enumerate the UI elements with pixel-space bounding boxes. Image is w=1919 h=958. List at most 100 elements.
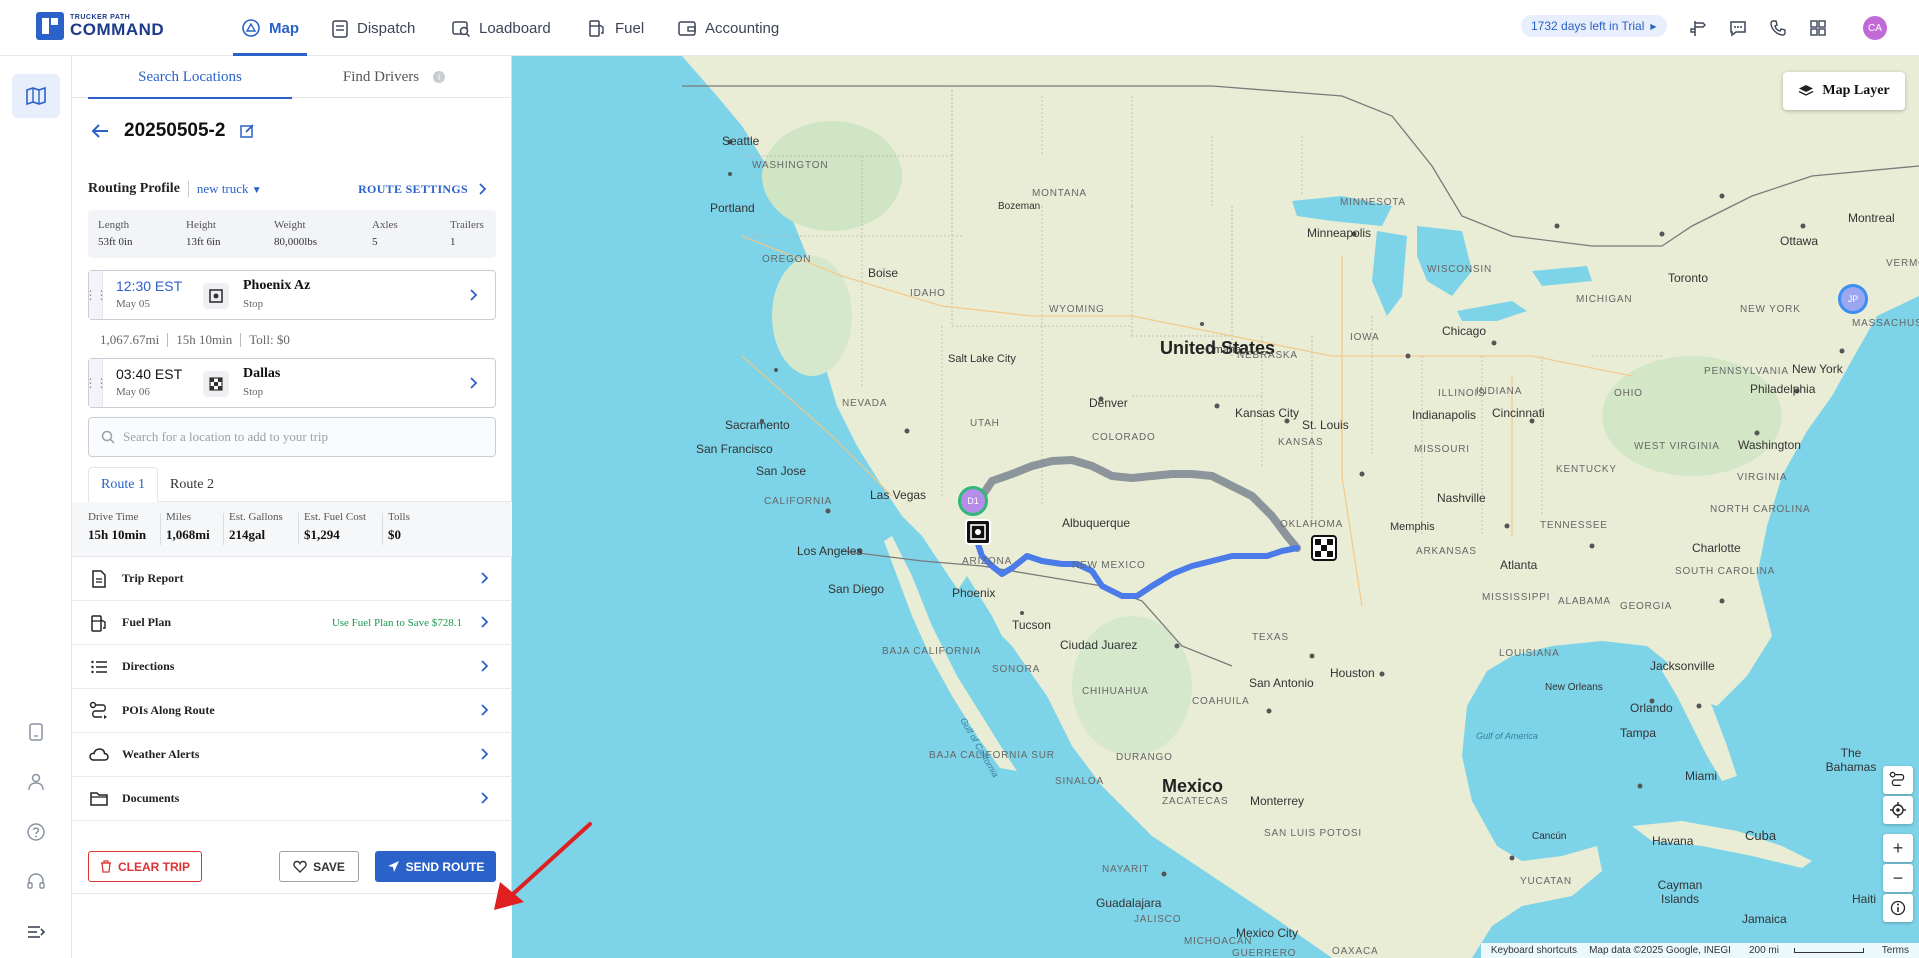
spec-value: 53ft 0in: [98, 236, 133, 248]
clear-trip-button[interactable]: CLEAR TRIP: [88, 851, 202, 882]
add-location-search[interactable]: [88, 417, 496, 457]
stop-card-origin[interactable]: ⋮⋮ 12:30 EST May 05 Phoenix Az Stop: [85, 270, 496, 320]
rail-collapse-button[interactable]: [12, 910, 60, 954]
tab-find-drivers[interactable]: Find Drivers i: [292, 56, 496, 98]
map-label-city: Albuquerque: [1062, 516, 1131, 530]
my-location-button[interactable]: [1883, 796, 1913, 824]
map-label-city: Jamaica: [1742, 912, 1787, 926]
trash-icon: [101, 860, 111, 873]
rail-support-button[interactable]: [12, 860, 60, 904]
map-label-city: St. Louis: [1302, 418, 1349, 432]
spec-trailers: Trailers 1: [450, 217, 484, 251]
search-box-icon: [452, 21, 471, 38]
spec-value: 80,000lbs: [274, 236, 318, 248]
chat-icon[interactable]: [1726, 16, 1750, 40]
menu-pois-along-route[interactable]: POIs Along Route: [72, 689, 512, 733]
map-label-state: CHIHUAHUA: [1082, 686, 1149, 697]
divider: [167, 333, 169, 347]
menu-directions[interactable]: Directions: [72, 645, 512, 689]
chevron-right-icon: [470, 289, 478, 301]
route-toggle-button[interactable]: [1883, 766, 1913, 794]
scale-bar-icon: [1793, 947, 1864, 953]
map-label-state: OHIO: [1614, 388, 1643, 399]
map-label-city: San Jose: [756, 464, 807, 478]
zoom-out-button[interactable]: −: [1883, 864, 1913, 892]
routing-profile-select[interactable]: new truck ▼: [197, 181, 262, 197]
caret-down-icon: ▼: [251, 185, 262, 196]
send-route-button[interactable]: SEND ROUTE: [375, 851, 496, 882]
trucker-path-logo[interactable]: TRUCKER PATH COMMAND: [36, 12, 164, 40]
map-info-button[interactable]: [1883, 894, 1913, 922]
phone-icon[interactable]: [1766, 16, 1790, 40]
tab-route-1[interactable]: Route 1: [88, 467, 158, 503]
stop-card-destination[interactable]: ⋮⋮ 03:40 EST May 06 Dallas Stop: [85, 358, 496, 408]
truck-specs: Length 53ft 0in Height 13ft 6in Weight 80,0…: [88, 210, 496, 258]
map-label-state: MINNESOTA: [1340, 197, 1406, 208]
edit-icon[interactable]: [239, 123, 255, 139]
menu-documents[interactable]: Documents: [72, 777, 512, 821]
map-data-credit: Map data ©2025 Google, INEGI: [1589, 945, 1731, 956]
driver-marker[interactable]: D1: [958, 486, 988, 516]
nav-fuel[interactable]: Fuel: [587, 0, 644, 56]
stop-pin-icon: [203, 283, 229, 309]
nav-loadboard[interactable]: Loadboard: [451, 0, 551, 56]
spec-label: Length: [98, 219, 130, 231]
map-canvas[interactable]: United States Mexico Seattle Portland Bo…: [512, 56, 1919, 958]
tab-find-drivers-label: Find Drivers: [342, 68, 420, 85]
keyboard-shortcuts-link[interactable]: Keyboard shortcuts: [1491, 945, 1577, 956]
divider: [240, 333, 242, 347]
terms-link[interactable]: Terms: [1882, 945, 1909, 956]
map-label-city: Cuba: [1745, 828, 1777, 843]
destination-flag-icon[interactable]: [1311, 535, 1337, 561]
menu-trip-report[interactable]: Trip Report: [72, 557, 512, 601]
nav-accounting-label: Accounting: [705, 19, 780, 37]
map-label-city: Ottawa: [1780, 234, 1819, 248]
rail-device-button[interactable]: [12, 710, 60, 754]
save-button[interactable]: SAVE: [279, 851, 359, 882]
map-label-state: MONTANA: [1032, 188, 1087, 199]
map-label-city: San Diego: [828, 582, 885, 596]
menu-fuel-plan[interactable]: Fuel Plan Use Fuel Plan to Save $728.1: [72, 601, 512, 645]
nav-accounting[interactable]: Accounting: [677, 0, 779, 56]
zoom-in-button[interactable]: +: [1883, 834, 1913, 862]
stop-name: Dallas: [243, 366, 281, 381]
drag-handle-icon[interactable]: ⋮⋮: [85, 359, 108, 407]
spec-value: 5: [372, 236, 378, 248]
route-icon: [1889, 771, 1905, 787]
menu-label: POIs Along Route: [122, 703, 215, 717]
tab-search-locations[interactable]: Search Locations: [88, 56, 292, 99]
nav-dispatch[interactable]: Dispatch: [331, 0, 415, 56]
map-label-city: Salt Lake City: [948, 353, 1016, 365]
info-icon[interactable]: i: [433, 71, 446, 83]
summary-value: $0: [388, 527, 401, 542]
caret-right-icon: ▶: [1650, 21, 1657, 31]
map-label-state: INDIANA: [1476, 386, 1523, 397]
user-avatar[interactable]: CA: [1863, 16, 1887, 40]
driver-marker-jp[interactable]: JP: [1838, 284, 1868, 314]
rail-map-button[interactable]: [12, 74, 60, 118]
map-layer-button[interactable]: Map Layer: [1783, 72, 1905, 110]
nav-map[interactable]: Map: [233, 0, 307, 56]
summary-label: Est. Gallons: [229, 511, 283, 523]
map-label-city: Jacksonville: [1650, 659, 1715, 673]
map-label-city: Guadalajara: [1096, 896, 1162, 910]
back-arrow-icon[interactable]: [90, 121, 110, 141]
menu-weather-alerts[interactable]: Weather Alerts: [72, 733, 512, 777]
map-label-city: Los Angeles: [797, 544, 863, 558]
logo-mark-icon: [36, 12, 64, 40]
map-label-city: Las Vegas: [870, 488, 927, 502]
rail-drivers-button[interactable]: [12, 760, 60, 804]
origin-pin-icon[interactable]: [965, 519, 991, 545]
tab-search-locations-label: Search Locations: [138, 68, 242, 85]
drag-handle-icon[interactable]: ⋮⋮: [85, 271, 108, 319]
rail-help-button[interactable]: [12, 810, 60, 854]
menu-label: Trip Report: [122, 571, 184, 585]
tab-route-2[interactable]: Route 2: [158, 467, 226, 502]
signpost-icon[interactable]: [1686, 16, 1710, 40]
trial-badge[interactable]: 1732 days left in Trial ▶: [1521, 15, 1667, 37]
add-location-input[interactable]: [123, 429, 483, 445]
map-label-city: Kansas City: [1235, 406, 1300, 420]
map-label-city: Havana: [1652, 834, 1694, 848]
route-settings-button[interactable]: ROUTE SETTINGS: [358, 182, 490, 197]
apps-grid-icon[interactable]: [1806, 16, 1830, 40]
